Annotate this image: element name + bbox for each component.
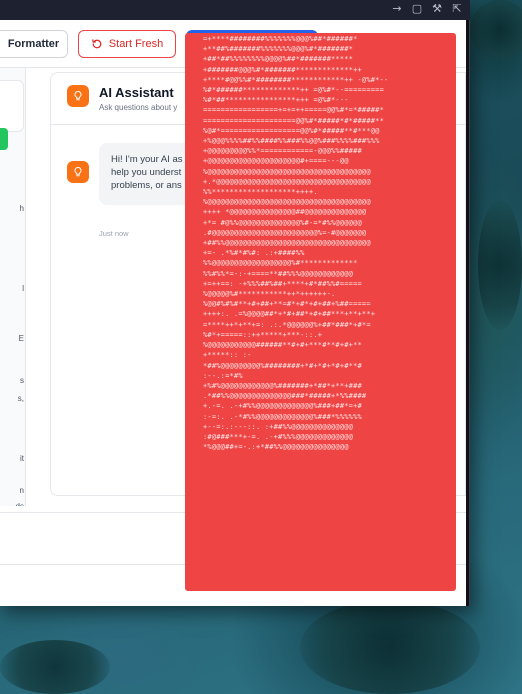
start-fresh-label: Start Fresh [108,38,164,50]
left-text-snippet: h [19,204,24,213]
left-text-snippet: E [18,334,24,343]
arrow-right-icon[interactable]: → [390,2,404,15]
green-action-button[interactable] [0,128,8,150]
start-fresh-button[interactable]: Start Fresh [78,30,176,58]
external-link-icon[interactable]: ⇱ [450,2,464,15]
formatter-button[interactable]: Formatter [0,30,68,58]
background-rock [478,200,522,330]
ascii-art-overlay: =+****########%%%%%%%@@@%##*######* +**#… [185,33,456,591]
left-panel: h l E s s, it n ds [0,68,26,506]
ascii-art-text: =+****########%%%%%%%@@@%##*######* +**#… [203,35,389,452]
wrench-icon[interactable]: ⚒ [430,2,444,15]
window-titlebar: → ▢ ⚒ ⇱ [0,0,470,20]
left-text-snippet: n [19,486,24,495]
ai-assistant-subtitle: Ask questions about y [99,103,178,112]
background-rock [300,600,480,694]
left-card [0,80,24,132]
background-rock [470,0,522,60]
background-rock [0,640,110,694]
ai-assistant-title: AI Assistant [99,85,174,100]
left-text-snippet: l [22,284,24,293]
left-text-snippet: it [20,454,24,463]
formatter-label: Formatter [7,38,60,50]
comment-icon[interactable]: ▢ [410,2,424,15]
left-text-snippet: s [20,376,24,385]
refresh-icon [92,39,102,49]
lightbulb-icon [67,85,89,107]
message-timestamp: Just now [99,229,129,238]
left-text-snippet: s, [17,394,24,403]
assistant-avatar-lightbulb-icon [67,161,89,183]
